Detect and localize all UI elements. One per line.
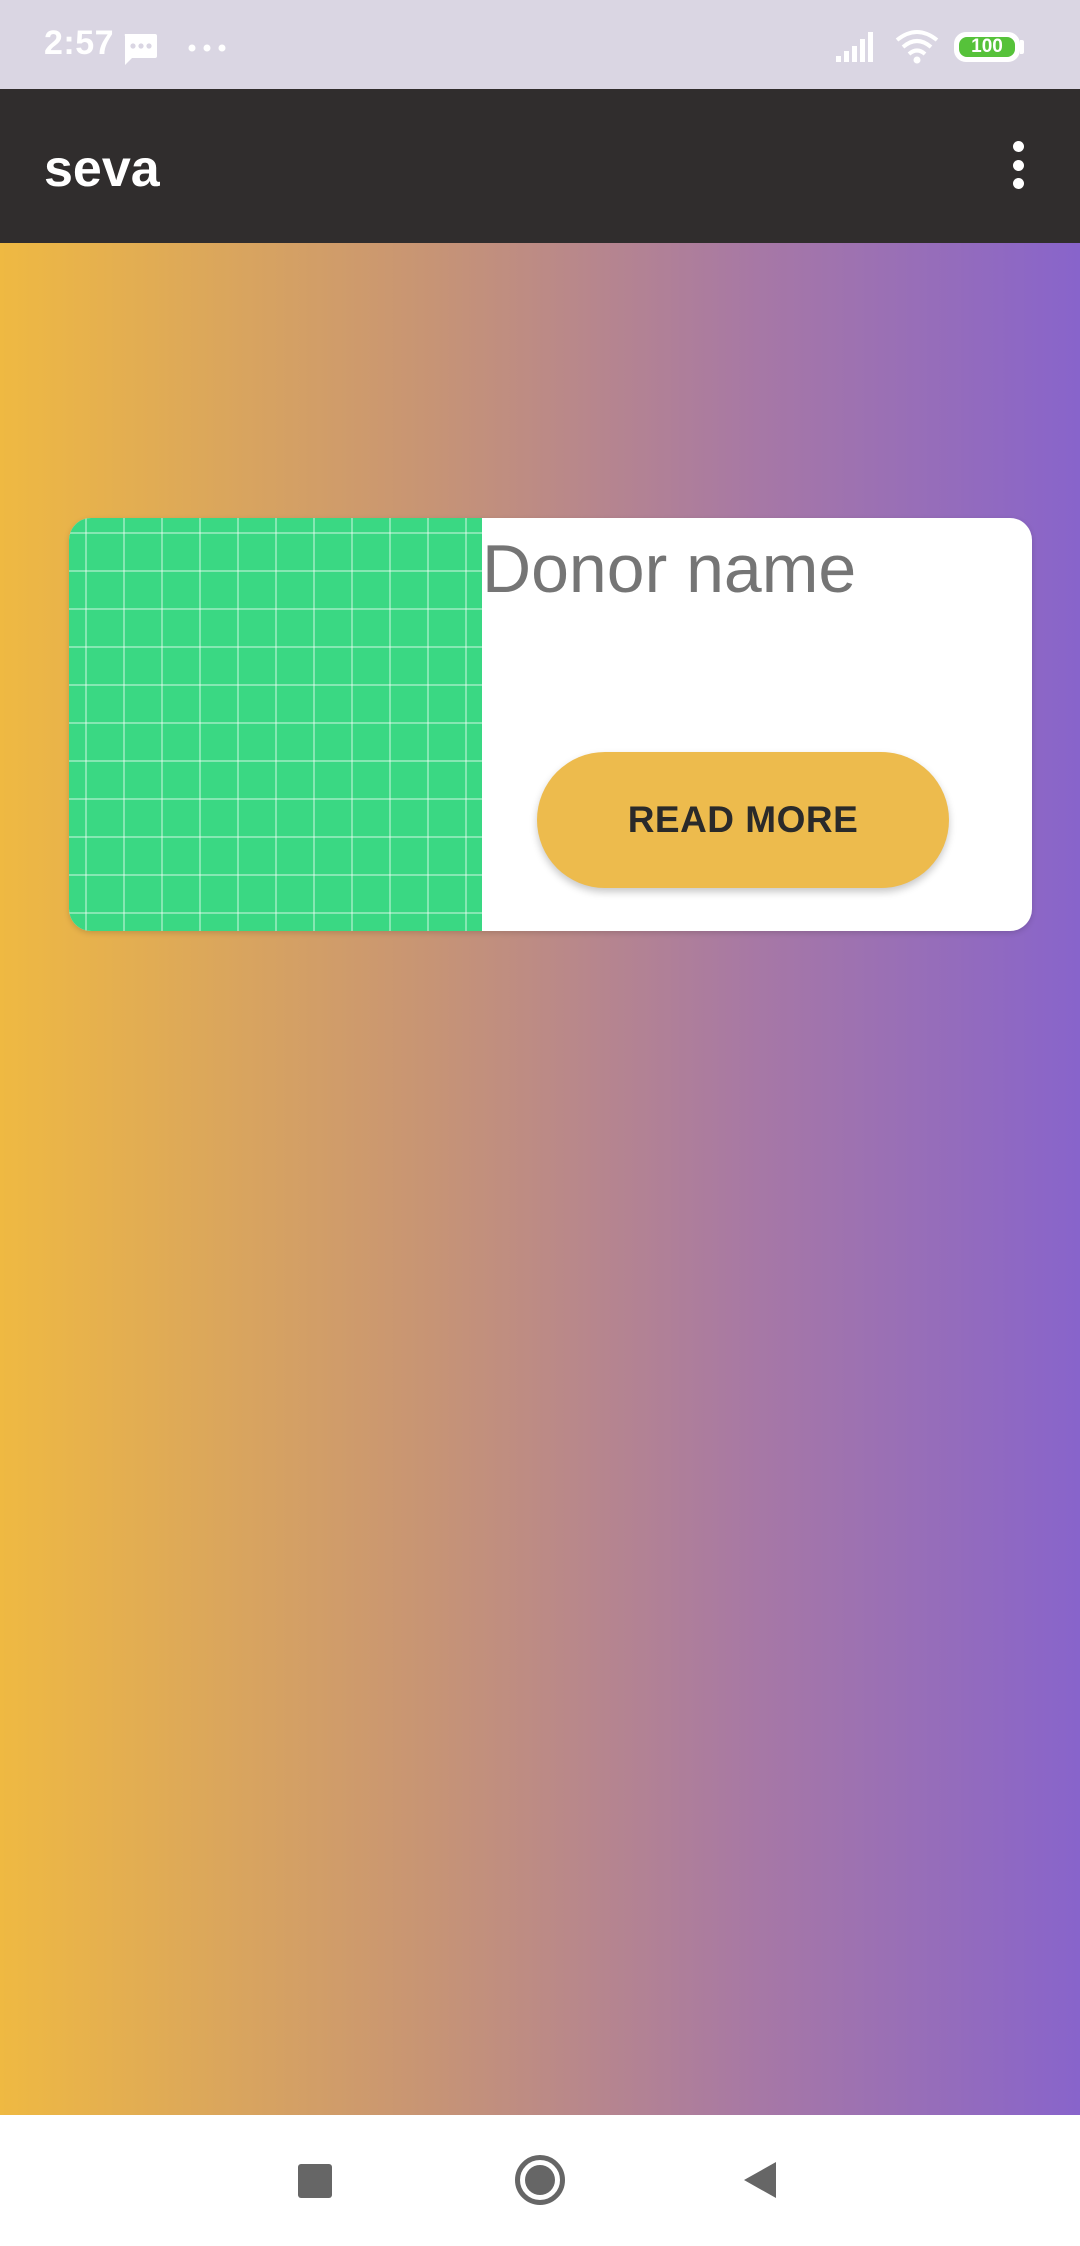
home-icon-inner xyxy=(525,2165,555,2195)
donor-card: Donor name READ MORE xyxy=(69,518,1032,931)
battery-level: 100 xyxy=(959,37,1015,57)
message-icon xyxy=(124,34,157,65)
content-area: Donor name READ MORE xyxy=(0,243,1080,2115)
grid-image xyxy=(69,518,482,931)
menu-dot xyxy=(1012,141,1024,152)
wifi-icon xyxy=(895,30,939,64)
menu-dot xyxy=(1012,159,1024,171)
home-icon[interactable] xyxy=(515,2155,565,2205)
donor-name: Donor name xyxy=(482,531,857,607)
status-bar: 2:57 100 xyxy=(0,0,1080,89)
more-dots-icon xyxy=(188,44,226,52)
app-bar: seva xyxy=(0,89,1080,243)
back-icon[interactable] xyxy=(742,2160,778,2200)
signal-icon xyxy=(836,32,873,62)
battery-tip xyxy=(1020,40,1024,54)
app-title: seva xyxy=(44,140,160,198)
navigation-bar xyxy=(0,2115,1080,2246)
overflow-menu-icon[interactable] xyxy=(998,133,1038,197)
menu-dot xyxy=(1012,178,1024,189)
status-time: 2:57 xyxy=(44,24,115,62)
battery-icon: 100 xyxy=(954,32,1020,62)
recents-icon[interactable] xyxy=(298,2164,332,2198)
read-more-button[interactable]: READ MORE xyxy=(537,752,949,888)
